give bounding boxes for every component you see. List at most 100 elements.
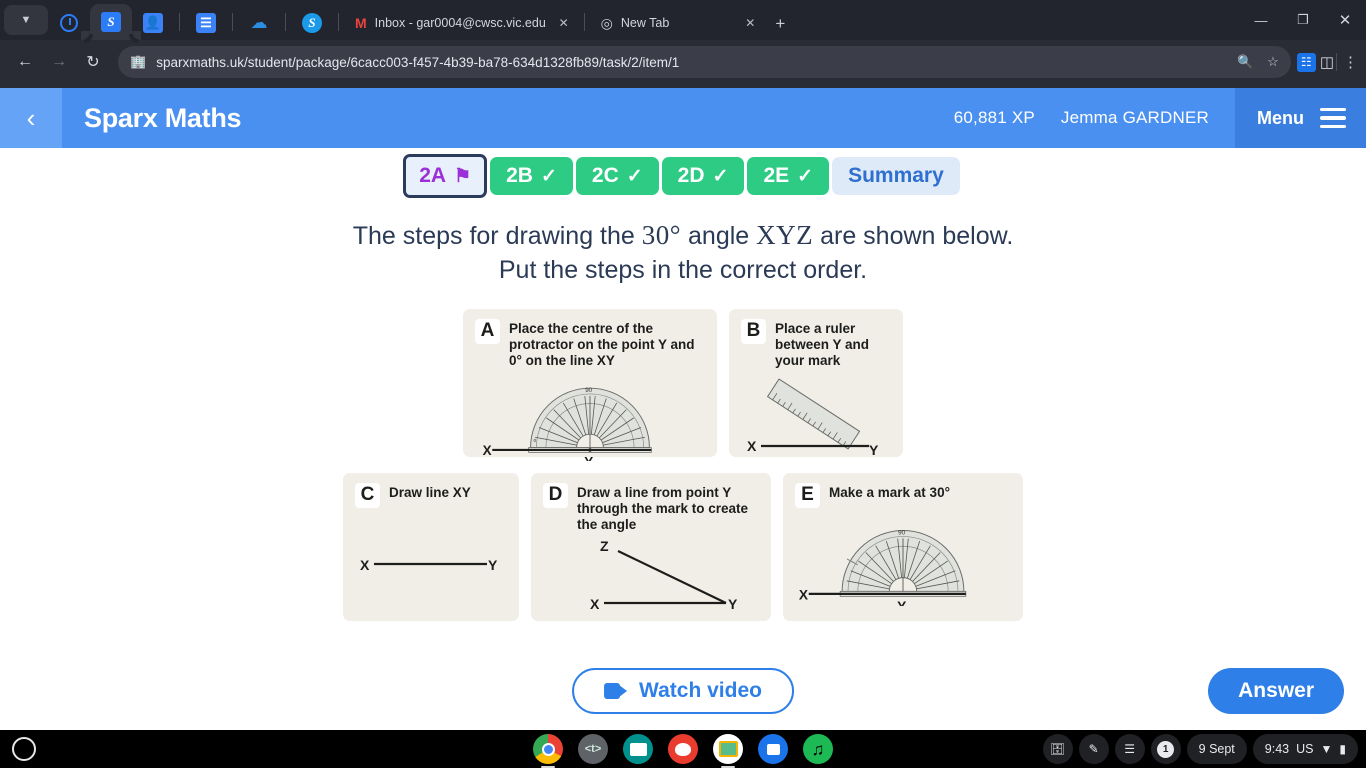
chrome-new-tab-icon: ◎ — [600, 14, 613, 31]
address-bar[interactable]: 🏢 sparxmaths.uk/student/package/6cacc003… — [118, 46, 1291, 78]
check-icon: ✓ — [540, 165, 557, 187]
forward-icon[interactable]: → — [42, 45, 76, 79]
tab-new-tab[interactable]: ◎ New Tab ✕ — [590, 6, 766, 40]
menu-button[interactable]: Menu — [1235, 88, 1366, 148]
question-line-1: The steps for drawing the 30° angle XYZ … — [0, 218, 1366, 254]
card-text: Place a ruler between Y and your mark — [775, 320, 870, 368]
pinned-tab-docs[interactable]: ☰ — [185, 6, 227, 40]
svg-text:X: X — [590, 596, 600, 612]
step-card-a[interactable]: A Place the centre of the protractor on … — [463, 308, 717, 461]
extensions-puzzle-icon[interactable]: ◫ — [1320, 53, 1334, 71]
chromeos-shelf: <t> ♫ 🗄 ✎ ☰ 1 9 Sept 9:43 US ▼ ▮ — [0, 730, 1366, 768]
app-art-palette-icon[interactable] — [668, 734, 698, 764]
step-card-b[interactable]: B Place a ruler between Y and your mark — [729, 308, 903, 457]
figure-protractor-on-line-xy: X Y 90 0 — [475, 369, 705, 461]
angle-value: 30° — [641, 220, 682, 250]
tab-2c[interactable]: 2C ✓ — [575, 157, 659, 195]
card-header: A Place the centre of the protractor on … — [475, 318, 705, 370]
app-news-icon[interactable] — [623, 734, 653, 764]
url-text: sparxmaths.uk/student/package/6cacc003-f… — [156, 54, 680, 70]
svg-text:0: 0 — [533, 438, 536, 444]
system-tray: 🗄 ✎ ☰ 1 9 Sept 9:43 US ▼ ▮ — [1042, 734, 1358, 764]
svg-text:Y: Y — [869, 442, 879, 457]
pinned-tab-contacts[interactable]: 👤 — [132, 6, 174, 40]
video-camera-icon — [604, 683, 628, 699]
app-camera-icon[interactable] — [758, 734, 788, 764]
flag-icon: ⚑ — [454, 165, 472, 187]
card-letter: C — [355, 482, 380, 508]
maximize-icon[interactable]: ❐ — [1282, 0, 1324, 40]
pinned-tab-onedrive[interactable]: ☁ — [238, 6, 280, 40]
page-content: ‹ Sparx Maths 60,881 XP Jemma GARDNER Me… — [0, 88, 1366, 730]
bookmark-star-icon[interactable]: ☆ — [1267, 54, 1279, 70]
question-text: The steps for drawing the 30° angle XYZ … — [0, 218, 1366, 287]
step-cards: A Place the centre of the protractor on … — [0, 308, 1366, 621]
app-spotify-icon[interactable]: ♫ — [803, 734, 833, 764]
close-window-icon[interactable]: ✕ — [1324, 0, 1366, 40]
contact-card-icon: 👤 — [143, 13, 163, 33]
gmail-icon: M — [355, 15, 367, 31]
card-header: D Draw a line from point Y through the m… — [543, 482, 759, 534]
card-letter: D — [543, 482, 568, 508]
sparx-header: ‹ Sparx Maths 60,881 XP Jemma GARDNER Me… — [0, 88, 1366, 148]
tab-summary[interactable]: Summary — [832, 157, 960, 195]
step-card-c[interactable]: C Draw line XY X Y — [343, 472, 519, 621]
app-google-classroom-icon[interactable] — [713, 734, 743, 768]
svg-text:Y: Y — [584, 455, 593, 461]
tab-label: 2D — [677, 164, 705, 187]
stylus-pen-icon[interactable]: ✎ — [1078, 734, 1109, 764]
watch-video-button[interactable]: Watch video — [572, 668, 794, 714]
tab-title: New Tab — [620, 16, 670, 30]
minimize-icon[interactable]: — — [1240, 0, 1282, 40]
pinned-tab-sparx-round[interactable]: S — [291, 6, 333, 40]
figure-ruler-on-line-xy: X Y — [741, 369, 891, 457]
answer-button[interactable]: Answer — [1208, 668, 1344, 714]
tab-divider — [338, 13, 339, 31]
tab-label: 2E — [763, 164, 790, 187]
question-part: angle — [681, 222, 757, 250]
notifications-button[interactable]: 1 — [1150, 734, 1181, 764]
step-cards-row-1: A Place the centre of the protractor on … — [0, 308, 1366, 461]
reading-mode-icon[interactable]: ☷ — [1296, 52, 1316, 72]
card-letter: A — [475, 318, 500, 344]
xp-counter: 60,881 XP — [953, 108, 1035, 127]
close-icon[interactable]: ✕ — [555, 16, 573, 30]
tab-strip: ▼ S 👤 ☰ ☁ S M Inbox - gar0004@cwsc.vic.e… — [0, 0, 1366, 40]
app-texthelp-icon[interactable]: <t> — [578, 734, 608, 764]
screen-capture-icon[interactable]: 🗄 — [1042, 734, 1073, 764]
chrome-menu-icon[interactable]: ⋮ — [1343, 53, 1358, 71]
browser-window: ▼ S 👤 ☰ ☁ S M Inbox - gar0004@cwsc.vic.e… — [0, 0, 1366, 730]
launcher-icon[interactable] — [12, 737, 36, 761]
tab-gmail[interactable]: M Inbox - gar0004@cwsc.vic.edu. ✕ — [344, 6, 579, 40]
angle-name: XYZ — [756, 220, 814, 250]
site-info-icon[interactable]: 🏢 — [130, 54, 146, 70]
tab-2b[interactable]: 2B ✓ — [490, 157, 573, 195]
pinned-tab-sparx[interactable]: S — [81, 4, 141, 40]
zoom-search-icon[interactable]: 🔍 — [1237, 54, 1253, 70]
media-playlist-icon[interactable]: ☰ — [1114, 734, 1145, 764]
new-tab-button[interactable]: + — [775, 14, 785, 34]
compass-icon — [60, 14, 78, 32]
app-label: <t> — [584, 743, 602, 755]
tab-search-chevron-down-icon[interactable]: ▼ — [4, 5, 48, 35]
tab-2a[interactable]: 2A ⚑ — [403, 154, 488, 198]
status-area[interactable]: 9:43 US ▼ ▮ — [1252, 734, 1358, 764]
svg-text:X: X — [483, 443, 492, 458]
close-icon[interactable]: ✕ — [741, 16, 759, 30]
tab-label: Summary — [848, 164, 944, 187]
figure-line-xy: X Y — [355, 508, 507, 613]
step-card-e[interactable]: E Make a mark at 30° X 90 — [783, 472, 1023, 621]
tab-2e[interactable]: 2E ✓ — [747, 157, 830, 195]
back-icon[interactable]: ← — [8, 45, 42, 79]
svg-text:90: 90 — [585, 387, 592, 394]
date-button[interactable]: 9 Sept — [1186, 734, 1247, 764]
app-chrome-icon[interactable] — [533, 734, 563, 768]
card-text: Make a mark at 30° — [829, 484, 950, 500]
back-button[interactable]: ‹ — [0, 88, 62, 148]
svg-text:Y: Y — [488, 557, 498, 573]
document-lines-icon: ☰ — [196, 13, 216, 33]
step-card-d[interactable]: D Draw a line from point Y through the m… — [531, 472, 771, 621]
tab-2d[interactable]: 2D ✓ — [661, 157, 745, 195]
clock-label: 9:43 — [1264, 742, 1290, 756]
reload-icon[interactable]: ↻ — [76, 45, 110, 79]
